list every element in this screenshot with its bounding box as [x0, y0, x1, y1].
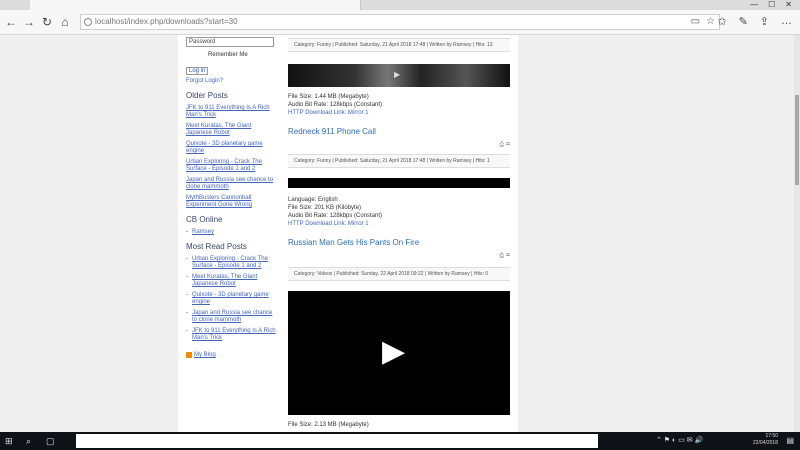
- info-icon[interactable]: [84, 18, 92, 26]
- reading-view-icon[interactable]: ▭: [691, 16, 700, 27]
- minimize-icon[interactable]: —: [750, 0, 758, 10]
- maximize-icon[interactable]: ☐: [768, 0, 775, 10]
- most-read-heading: Most Read Posts: [186, 242, 247, 251]
- video-player[interactable]: ▶: [288, 291, 510, 415]
- window-controls: — ☐ ✕: [750, 0, 800, 10]
- video-player[interactable]: ▶: [288, 64, 510, 87]
- share-icon[interactable]: ⇪: [760, 15, 769, 28]
- tray-icons: ⌃ ⚑ ◐ ▭ ✉ 🔊: [656, 437, 704, 444]
- audio-player[interactable]: [288, 178, 510, 188]
- online-heading: CB Online: [186, 215, 223, 224]
- article-meta: Category: Videos | Published: Sunday, 22…: [288, 267, 510, 281]
- email-icon[interactable]: ✉: [506, 142, 510, 148]
- notes-icon[interactable]: ✎: [739, 15, 748, 28]
- main-content: Category: Funny | Published: Saturday, 2…: [288, 35, 510, 429]
- close-icon[interactable]: ✕: [785, 0, 792, 10]
- older-posts-heading: Older Posts: [186, 91, 228, 100]
- list-item[interactable]: JFK to 911 Everything Is A Rich Man's Tr…: [186, 105, 278, 119]
- play-icon[interactable]: ▶: [382, 335, 405, 369]
- url-actions: ▭ ☆: [691, 16, 715, 27]
- email-icon[interactable]: ✉: [506, 253, 510, 259]
- most-read-list: Urban Exploring - Crack The Surface - Ep…: [186, 256, 278, 342]
- remember-me-checkbox[interactable]: Remember Me: [208, 51, 278, 59]
- taskbar: ⊞ ⌕ ▢ ⌃ ⚑ ◐ ▭ ✉ 🔊 17:50 22/04/2018 ▤: [0, 432, 800, 450]
- article-meta: Category: Funny | Published: Saturday, 2…: [288, 38, 510, 52]
- online-users-list: Ramsey: [186, 229, 278, 236]
- page-scrollbar[interactable]: [794, 35, 800, 432]
- browser-toolbar: ✩ ✎ ⇪ …: [717, 15, 792, 28]
- search-icon[interactable]: ⌕: [26, 435, 31, 447]
- rss-icon[interactable]: [186, 352, 192, 358]
- favorites-icon[interactable]: ✩: [717, 15, 726, 28]
- tab-strip: — ☐ ✕: [0, 0, 800, 10]
- article-icons: ⎙ ✉: [288, 142, 510, 150]
- login-button[interactable]: Log in: [186, 67, 209, 75]
- download-link[interactable]: HTTP Download Link: Mirror 1: [288, 220, 510, 228]
- active-tab[interactable]: [30, 0, 361, 10]
- list-item[interactable]: Quixote - 3D planetary game engine: [186, 141, 278, 155]
- sidebar: Password Remember Me Log in Forgot Login…: [186, 35, 278, 358]
- page-body: Password Remember Me Log in Forgot Login…: [178, 35, 518, 432]
- list-item[interactable]: Japan and Russia see chance to clone mam…: [186, 310, 278, 324]
- address-bar-row: ← → ↻ ⌂ localhost/index.php/downloads?st…: [0, 10, 800, 35]
- older-posts-list: JFK to 911 Everything Is A Rich Man's Tr…: [186, 105, 278, 209]
- play-icon[interactable]: ▶: [394, 70, 400, 79]
- clock-date: 22/04/2018: [752, 440, 778, 446]
- notifications-icon[interactable]: ▤: [786, 435, 794, 447]
- list-item[interactable]: MythBusters Cannonball Experiment Gone W…: [186, 195, 278, 209]
- more-icon[interactable]: …: [781, 15, 792, 28]
- list-item[interactable]: Quixote - 3D planetary game engine: [186, 292, 278, 306]
- download-link[interactable]: HTTP Download Link: Mirror 1: [288, 109, 510, 117]
- system-clock[interactable]: 17:50 22/04/2018: [753, 433, 778, 447]
- print-icon[interactable]: ⎙: [499, 253, 504, 259]
- favorite-star-icon[interactable]: ☆: [706, 16, 715, 27]
- list-item[interactable]: Urban Exploring - Crack The Surface - Ep…: [186, 256, 278, 270]
- audio-bit-rate: Audio Bit Rate: 128kbps (Constant): [288, 102, 383, 108]
- list-item[interactable]: Urban Exploring - Crack The Surface - Ep…: [186, 159, 278, 173]
- password-input[interactable]: Password: [186, 37, 274, 47]
- language: Language: English: [288, 197, 338, 203]
- list-item[interactable]: Japan and Russia see chance to clone mam…: [186, 177, 278, 191]
- scrollbar-thumb[interactable]: [795, 95, 799, 185]
- list-item[interactable]: Ramsey: [186, 229, 278, 236]
- file-size: File Size: 201 KB (Kilobyte): [288, 205, 362, 211]
- file-size: File Size: 1.44 MB (Megabyte): [288, 94, 369, 100]
- taskbar-search-box[interactable]: [76, 434, 598, 448]
- refresh-icon[interactable]: ↻: [40, 15, 54, 29]
- article-meta: Category: Funny | Published: Saturday, 2…: [288, 154, 510, 168]
- back-arrow-icon[interactable]: ←: [4, 15, 18, 29]
- article-title[interactable]: Russian Man Gets His Pants On Fire: [288, 238, 510, 247]
- article-title[interactable]: Redneck 911 Phone Call: [288, 127, 510, 136]
- forward-arrow-icon[interactable]: →: [22, 15, 36, 29]
- task-view-icon[interactable]: ▢: [46, 435, 55, 447]
- list-item[interactable]: JFK to 911 Everything Is A Rich Man's Tr…: [186, 328, 278, 342]
- url-input[interactable]: localhost/index.php/downloads?start=30 ▭…: [80, 14, 720, 30]
- print-icon[interactable]: ⎙: [499, 142, 504, 148]
- list-item[interactable]: Meet Kuratas, The Giant Japanese Robot: [186, 123, 278, 137]
- windows-start-icon[interactable]: ⊞: [5, 435, 13, 447]
- audio-bit-rate: Audio Bit Rate: 128kbps (Constant): [288, 213, 383, 219]
- url-text[interactable]: localhost/index.php/downloads?start=30: [95, 17, 238, 26]
- rss-feed: My Blog: [186, 352, 278, 358]
- file-size: File Size: 2.13 MB (Megabyte): [288, 422, 369, 428]
- list-item[interactable]: Meet Kuratas, The Giant Japanese Robot: [186, 274, 278, 288]
- rss-link[interactable]: My Blog: [194, 352, 216, 358]
- page-viewport: Password Remember Me Log in Forgot Login…: [0, 35, 800, 432]
- home-icon[interactable]: ⌂: [58, 15, 72, 29]
- article-icons: ⎙ ✉: [288, 253, 510, 261]
- clock-time: 17:50: [765, 433, 778, 439]
- forgot-login-link[interactable]: Forgot Login?: [186, 77, 278, 85]
